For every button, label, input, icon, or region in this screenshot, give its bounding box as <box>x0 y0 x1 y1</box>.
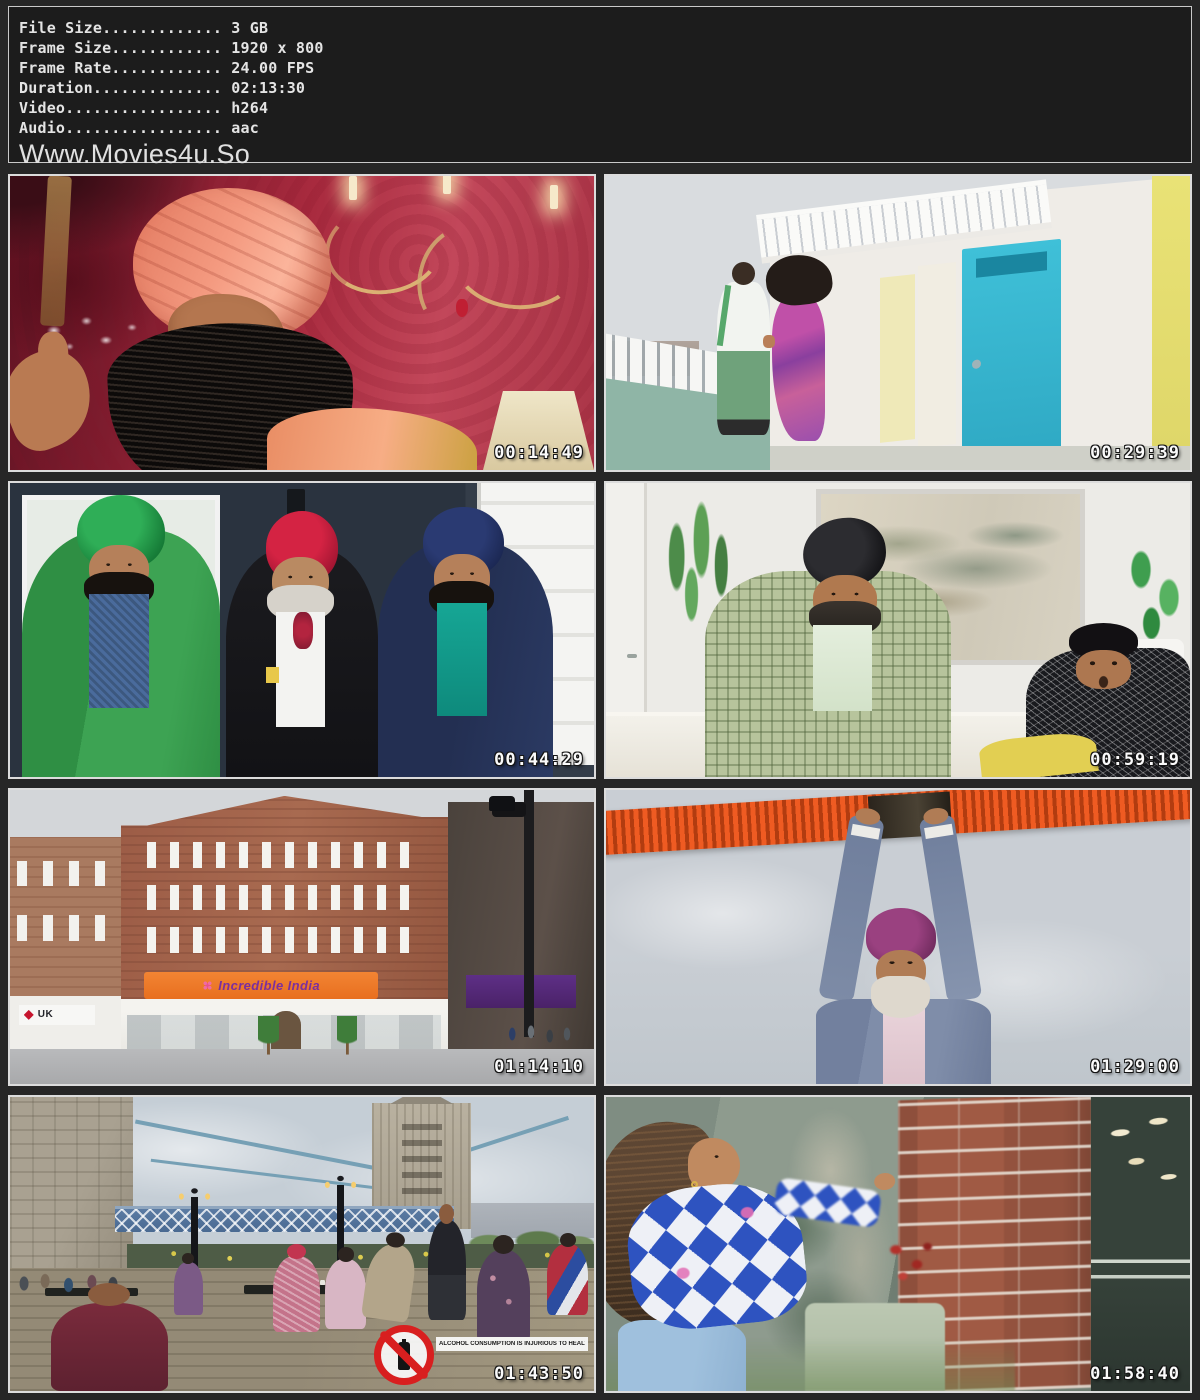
chandelier <box>314 176 588 352</box>
timestamp-overlay: 00:29:39 <box>1090 443 1180 463</box>
man-navy-turban <box>378 542 553 777</box>
screenshot-6: 01:29:00 <box>604 788 1192 1086</box>
screenshot-1: 00:14:49 <box>8 174 596 472</box>
screenshot-7: ALCOHOL CONSUMPTION IS INJURIOUS TO HEAL… <box>8 1095 596 1393</box>
frame-rate-line: Frame Rate............ 24.00 FPS <box>19 58 1191 78</box>
shocked-face <box>1076 650 1132 689</box>
man-face <box>434 554 490 603</box>
screenshot-8: 01:58:40 <box>604 1095 1192 1393</box>
timestamp-overlay: 01:29:00 <box>1090 1057 1180 1077</box>
window-row <box>17 915 115 941</box>
timestamp-overlay: 00:44:29 <box>494 750 584 770</box>
screenshot-3: 00:44:29 <box>8 481 596 779</box>
restaurant-sign-text: Incredible India <box>218 978 320 993</box>
timestamp-overlay: 01:43:50 <box>494 1364 584 1384</box>
candle-light <box>349 176 357 200</box>
warning-text: ALCOHOL CONSUMPTION IS INJURIOUS TO HEAL… <box>439 1341 585 1347</box>
red-cravat <box>293 612 313 649</box>
bank-sign-text: UK <box>38 1009 53 1020</box>
pale-yellow-door <box>880 274 915 442</box>
dancing-man <box>717 282 770 435</box>
video-codec-line: Video................. h264 <box>19 98 1191 118</box>
elder-red-turban <box>226 548 378 777</box>
teal-shirt <box>437 603 486 716</box>
frame-size-line: Frame Size............ 1920 x 800 <box>19 38 1191 58</box>
dancing-woman <box>772 294 825 441</box>
warning-text-strip: ALCOHOL CONSUMPTION IS INJURIOUS TO HEAL… <box>436 1337 588 1351</box>
timestamp-overlay: 00:59:19 <box>1090 750 1180 770</box>
candle-light <box>443 174 451 194</box>
no-alcohol-icon <box>374 1325 434 1385</box>
foreground-man <box>51 1303 168 1391</box>
standing-person <box>174 1262 203 1315</box>
pocket-square <box>266 667 280 683</box>
cream-door <box>918 262 956 448</box>
street-lamp <box>524 790 535 1037</box>
restaurant-storefront <box>121 999 448 1055</box>
woman-face <box>688 1138 741 1191</box>
seated-woman <box>325 1259 366 1330</box>
man-red-jacket <box>547 1244 588 1315</box>
topiary-tree <box>258 1016 278 1054</box>
elder-face <box>272 557 330 607</box>
suspension-cable <box>467 1116 568 1152</box>
blue-jeans <box>618 1320 746 1391</box>
man-face <box>89 545 149 594</box>
pale-green-shirt <box>813 625 872 711</box>
suspension-cable <box>135 1120 388 1173</box>
topiary-tree <box>337 1016 357 1054</box>
waiter <box>428 1220 466 1320</box>
timestamp-overlay: 01:58:40 <box>1090 1364 1180 1384</box>
worried-face <box>813 575 877 624</box>
window-row <box>147 927 422 952</box>
timestamp-overlay: 01:14:10 <box>494 1057 584 1077</box>
candle-light <box>550 185 558 209</box>
audio-codec-line: Audio................. aac <box>19 118 1191 138</box>
cyan-door <box>962 238 1061 463</box>
media-info-panel: File Size............. 3 GB Frame Size..… <box>8 6 1192 163</box>
bank-sign: UK <box>19 1005 95 1026</box>
duration-line: Duration.............. 02:13:30 <box>19 78 1191 98</box>
file-size-line: File Size............. 3 GB <box>19 18 1191 38</box>
restaurant-sign: Incredible India <box>144 972 378 998</box>
pedestrians <box>501 1013 577 1054</box>
robe-shoulder <box>267 408 477 472</box>
screenshot-4: 00:59:19 <box>604 481 1192 779</box>
man-plaid-suit <box>705 571 950 777</box>
screenshot-5: UK Incredible India 01:14:10 <box>8 788 596 1086</box>
man-green-turban <box>22 530 221 777</box>
hanging-man-head <box>866 908 936 1008</box>
bridge-deck <box>115 1206 454 1232</box>
blue-shirt <box>89 594 149 708</box>
white-beard <box>871 976 930 1018</box>
window-row <box>147 885 422 910</box>
red-flowers <box>875 1232 945 1291</box>
man-pink-turban <box>273 1256 320 1332</box>
window-row <box>17 861 115 887</box>
site-watermark: Www.Movies4u.So <box>19 139 1191 170</box>
shop-window <box>1091 1097 1190 1391</box>
screenshot-2: 00:29:39 <box>604 174 1192 472</box>
bank-logo-icon <box>24 1010 34 1020</box>
left-brick-building <box>10 837 121 1008</box>
purple-storefront <box>466 975 577 1007</box>
timestamp-overlay: 00:14:49 <box>494 443 584 463</box>
screenshot-grid: 00:14:49 00:29:39 <box>8 174 1192 1393</box>
yellow-door <box>1152 176 1190 470</box>
window-row <box>147 842 422 867</box>
